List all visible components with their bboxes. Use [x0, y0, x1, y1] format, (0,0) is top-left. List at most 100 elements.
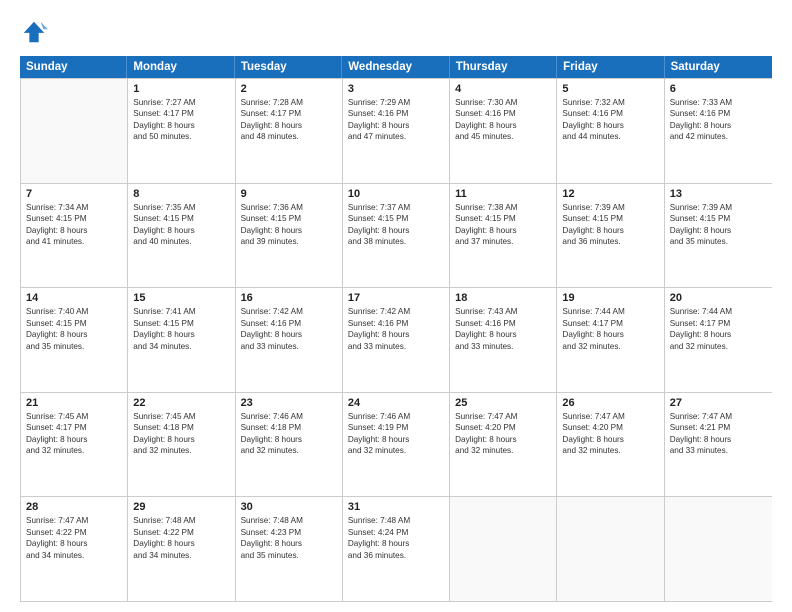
cell-line: Sunrise: 7:47 AM [455, 411, 551, 422]
calendar-cell: 27Sunrise: 7:47 AMSunset: 4:21 PMDayligh… [665, 393, 772, 497]
day-number: 23 [241, 397, 337, 409]
day-number: 5 [562, 83, 658, 95]
cell-line: Daylight: 8 hours [133, 538, 229, 549]
page: SundayMondayTuesdayWednesdayThursdayFrid… [0, 0, 792, 612]
day-number: 22 [133, 397, 229, 409]
cell-line: Daylight: 8 hours [562, 120, 658, 131]
cell-line: Sunset: 4:22 PM [133, 527, 229, 538]
cell-line: Sunset: 4:16 PM [348, 108, 444, 119]
calendar-cell: 16Sunrise: 7:42 AMSunset: 4:16 PMDayligh… [236, 288, 343, 392]
cell-line: Daylight: 8 hours [133, 120, 229, 131]
day-number: 27 [670, 397, 767, 409]
cell-line: Sunset: 4:17 PM [670, 318, 767, 329]
day-number: 24 [348, 397, 444, 409]
cell-line: Sunrise: 7:47 AM [562, 411, 658, 422]
calendar-cell: 4Sunrise: 7:30 AMSunset: 4:16 PMDaylight… [450, 79, 557, 183]
calendar-row: 1Sunrise: 7:27 AMSunset: 4:17 PMDaylight… [21, 78, 772, 183]
cell-line: and 50 minutes. [133, 131, 229, 142]
weekday-header: Sunday [20, 56, 127, 78]
cell-line: Sunrise: 7:35 AM [133, 202, 229, 213]
cell-line: and 33 minutes. [348, 341, 444, 352]
calendar-cell: 3Sunrise: 7:29 AMSunset: 4:16 PMDaylight… [343, 79, 450, 183]
day-number: 1 [133, 83, 229, 95]
cell-line: Sunrise: 7:39 AM [562, 202, 658, 213]
day-number: 30 [241, 501, 337, 513]
cell-line: and 35 minutes. [670, 236, 767, 247]
cell-line: and 34 minutes. [133, 341, 229, 352]
day-number: 15 [133, 292, 229, 304]
cell-line: Sunrise: 7:38 AM [455, 202, 551, 213]
calendar-cell: 12Sunrise: 7:39 AMSunset: 4:15 PMDayligh… [557, 184, 664, 288]
calendar-cell: 21Sunrise: 7:45 AMSunset: 4:17 PMDayligh… [21, 393, 128, 497]
cell-line: Sunrise: 7:44 AM [670, 306, 767, 317]
cell-line: and 34 minutes. [26, 550, 122, 561]
day-number: 17 [348, 292, 444, 304]
cell-line: Sunrise: 7:45 AM [133, 411, 229, 422]
cell-line: Daylight: 8 hours [348, 329, 444, 340]
day-number: 6 [670, 83, 767, 95]
calendar-cell: 23Sunrise: 7:46 AMSunset: 4:18 PMDayligh… [236, 393, 343, 497]
day-number: 31 [348, 501, 444, 513]
cell-line: Daylight: 8 hours [241, 538, 337, 549]
cell-line: Sunset: 4:16 PM [348, 318, 444, 329]
cell-line: Daylight: 8 hours [26, 434, 122, 445]
calendar-cell: 22Sunrise: 7:45 AMSunset: 4:18 PMDayligh… [128, 393, 235, 497]
cell-line: and 33 minutes. [455, 341, 551, 352]
cell-line: and 45 minutes. [455, 131, 551, 142]
cell-line: Sunset: 4:15 PM [241, 213, 337, 224]
calendar-cell: 19Sunrise: 7:44 AMSunset: 4:17 PMDayligh… [557, 288, 664, 392]
cell-line: Sunrise: 7:27 AM [133, 97, 229, 108]
cell-line: and 32 minutes. [348, 445, 444, 456]
cell-line: and 32 minutes. [670, 341, 767, 352]
cell-line: Sunset: 4:16 PM [455, 108, 551, 119]
cell-line: and 41 minutes. [26, 236, 122, 247]
cell-line: Daylight: 8 hours [348, 434, 444, 445]
day-number: 10 [348, 188, 444, 200]
cell-line: Sunrise: 7:36 AM [241, 202, 337, 213]
cell-line: and 32 minutes. [241, 445, 337, 456]
cell-line: Sunrise: 7:43 AM [455, 306, 551, 317]
day-number: 8 [133, 188, 229, 200]
logo-icon [20, 18, 48, 46]
day-number: 21 [26, 397, 122, 409]
cell-line: Daylight: 8 hours [348, 120, 444, 131]
cell-line: Sunrise: 7:45 AM [26, 411, 122, 422]
cell-line: Daylight: 8 hours [562, 329, 658, 340]
cell-line: Sunrise: 7:42 AM [241, 306, 337, 317]
cell-line: Sunrise: 7:32 AM [562, 97, 658, 108]
cell-line: Sunset: 4:15 PM [26, 213, 122, 224]
cell-line: and 32 minutes. [562, 341, 658, 352]
cell-line: Sunrise: 7:48 AM [133, 515, 229, 526]
day-number: 4 [455, 83, 551, 95]
day-number: 9 [241, 188, 337, 200]
cell-line: Sunset: 4:22 PM [26, 527, 122, 538]
cell-line: Sunset: 4:24 PM [348, 527, 444, 538]
calendar-row: 28Sunrise: 7:47 AMSunset: 4:22 PMDayligh… [21, 496, 772, 601]
cell-line: and 32 minutes. [133, 445, 229, 456]
cell-line: Daylight: 8 hours [348, 225, 444, 236]
cell-line: Daylight: 8 hours [26, 225, 122, 236]
cell-line: Daylight: 8 hours [455, 225, 551, 236]
weekday-header: Monday [127, 56, 234, 78]
calendar-cell: 26Sunrise: 7:47 AMSunset: 4:20 PMDayligh… [557, 393, 664, 497]
cell-line: Sunset: 4:18 PM [133, 422, 229, 433]
cell-line: and 47 minutes. [348, 131, 444, 142]
cell-line: and 33 minutes. [670, 445, 767, 456]
cell-line: Sunset: 4:16 PM [670, 108, 767, 119]
cell-line: Sunset: 4:15 PM [348, 213, 444, 224]
cell-line: Sunset: 4:20 PM [562, 422, 658, 433]
calendar-cell: 7Sunrise: 7:34 AMSunset: 4:15 PMDaylight… [21, 184, 128, 288]
cell-line: Sunrise: 7:46 AM [348, 411, 444, 422]
cell-line: Daylight: 8 hours [241, 120, 337, 131]
cell-line: and 48 minutes. [241, 131, 337, 142]
cell-line: Daylight: 8 hours [241, 225, 337, 236]
calendar-cell: 10Sunrise: 7:37 AMSunset: 4:15 PMDayligh… [343, 184, 450, 288]
day-number: 16 [241, 292, 337, 304]
cell-line: Sunset: 4:20 PM [455, 422, 551, 433]
cell-line: Sunset: 4:15 PM [26, 318, 122, 329]
cell-line: Daylight: 8 hours [670, 434, 767, 445]
cell-line: Sunset: 4:17 PM [562, 318, 658, 329]
cell-line: Sunrise: 7:48 AM [241, 515, 337, 526]
cell-line: Sunset: 4:15 PM [455, 213, 551, 224]
weekday-header: Tuesday [235, 56, 342, 78]
